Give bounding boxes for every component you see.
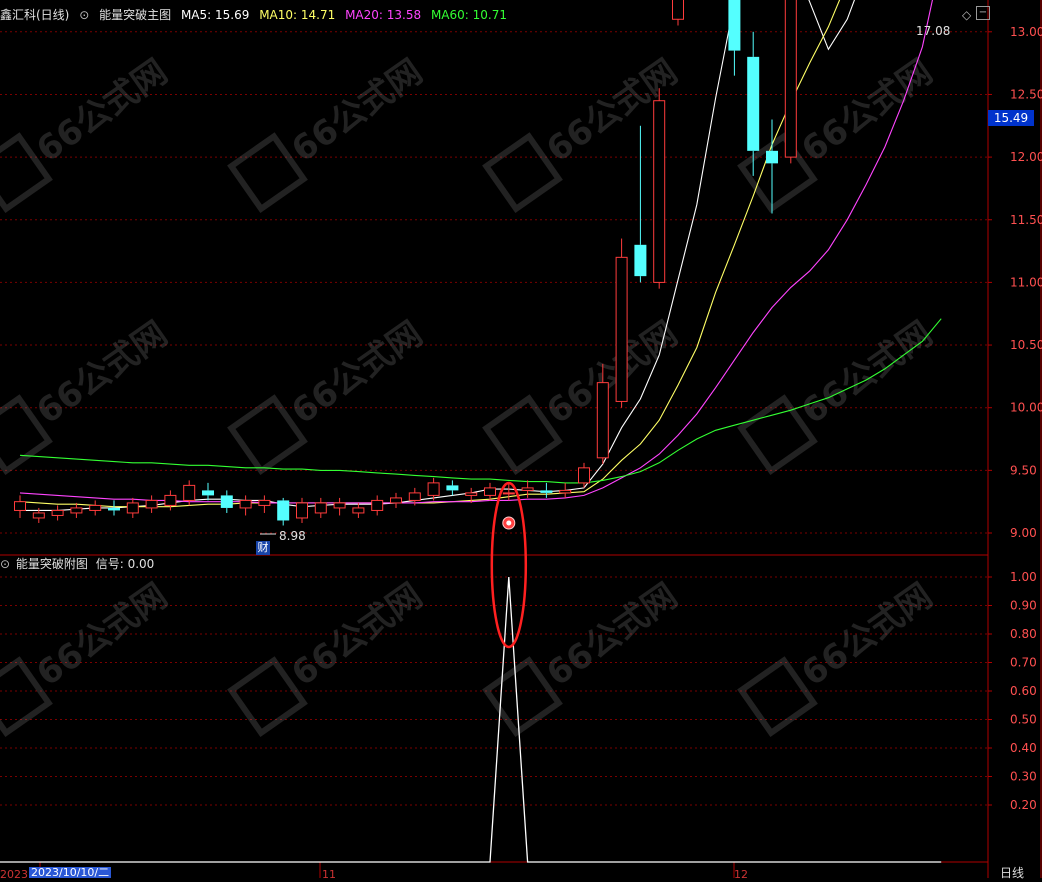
- main-header: 鑫汇科(日线) ⊙ 能量突破主图 MA5: 15.69 MA10: 14.71 …: [0, 8, 513, 22]
- price-tick-label: 11.00: [1010, 275, 1042, 289]
- signal-tick-label: 0.20: [1010, 798, 1037, 812]
- candle-body: [296, 502, 308, 519]
- signal-tick-label: 0.60: [1010, 684, 1037, 698]
- signal-tick-label: 0.30: [1010, 770, 1037, 784]
- candle-body: [32, 512, 45, 519]
- candle-body: [766, 150, 778, 164]
- candle-body: [164, 494, 177, 506]
- candle-body: [51, 509, 64, 516]
- price-tick-label: 10.50: [1010, 338, 1042, 352]
- candle-body: [352, 507, 365, 514]
- candle-body: [277, 500, 290, 521]
- price-tick-label: 12.50: [1010, 87, 1042, 101]
- signal-marker-dot: [506, 520, 512, 526]
- candle-body: [70, 507, 83, 514]
- signal-value: 信号: 0.00: [95, 557, 155, 571]
- candle-body: [484, 487, 496, 496]
- candle-body: [220, 495, 233, 508]
- price-tick-label: 10.00: [1010, 401, 1042, 415]
- finance-badge[interactable]: 财: [256, 541, 270, 555]
- signal-tick-label: 0.70: [1010, 656, 1037, 670]
- candle-body: [728, 0, 741, 51]
- candle-body: [634, 244, 647, 277]
- candle-body: [465, 492, 478, 496]
- candle-body: [202, 490, 214, 496]
- stock-name[interactable]: 鑫汇科(日线): [0, 8, 69, 22]
- candle-body: [784, 0, 797, 158]
- price-tick-label: 9.50: [1010, 463, 1037, 477]
- candle-body: [446, 485, 459, 491]
- diamond-icon[interactable]: ◇: [962, 8, 971, 22]
- settings-circle-icon[interactable]: ⊙: [79, 8, 89, 22]
- sub-indicator-name[interactable]: 能量突破附图: [16, 557, 88, 571]
- signal-tick-label: 0.50: [1010, 713, 1037, 727]
- candle-body: [183, 484, 196, 501]
- candle-body: [747, 56, 760, 151]
- candle-body: [390, 497, 402, 504]
- price-tick-label: 13.00: [1010, 25, 1042, 39]
- ma20-label: MA20: 13.58: [345, 8, 422, 22]
- ma5-label: MA5: 15.69: [180, 8, 250, 22]
- price-tick-label: 9.00: [1010, 526, 1037, 540]
- date-cursor-label: 2023/10/10/二: [29, 866, 112, 879]
- candle-body: [333, 502, 346, 509]
- expand-icon[interactable]: −: [976, 6, 990, 20]
- candle-body: [578, 467, 590, 484]
- signal-tick-label: 0.90: [1010, 599, 1037, 613]
- candle-body: [371, 499, 384, 511]
- signal-tick-label: 1.00: [1010, 570, 1037, 584]
- high-price-label: 17.08: [916, 24, 951, 38]
- candle-body: [615, 256, 628, 402]
- candle-body: [502, 492, 515, 495]
- year-fragment: 2023: [0, 868, 28, 881]
- candle-body: [314, 502, 327, 514]
- main-indicator-name[interactable]: 能量突破主图: [99, 8, 171, 22]
- settings-circle-icon[interactable]: ⊙: [0, 557, 10, 571]
- kline-chart[interactable]: 66公式网 66公式网 66公式网 66公式网66公式网 66公式网 66公式网 66公式网…: [0, 0, 1042, 878]
- chart-stage: 66公式网 66公式网 66公式网 66公式网 66公式网 66公式网 66公式网 66公式网…: [0, 0, 1042, 881]
- signal-tick-label: 0.80: [1010, 627, 1037, 641]
- candle-body: [108, 507, 120, 511]
- candle-body: [89, 504, 102, 511]
- ma10-label: MA10: 14.71: [259, 8, 336, 22]
- candle-up: [653, 88, 666, 289]
- month-label-11: 11: [322, 868, 336, 881]
- candle-body: [427, 482, 440, 496]
- current-price-badge: 15.49: [988, 110, 1034, 126]
- price-tick-label: 12.00: [1010, 150, 1042, 164]
- background: [0, 0, 1042, 878]
- sub-header: ⊙ 能量突破附图 信号: 0.00: [0, 557, 160, 571]
- candle-body: [653, 100, 666, 283]
- candle-body: [239, 499, 252, 509]
- candle-body: [672, 0, 684, 20]
- price-tick-label: 11.50: [1010, 213, 1042, 227]
- candle-body: [14, 501, 26, 511]
- candle-body: [258, 499, 271, 506]
- candle-body: [540, 490, 553, 493]
- signal-tick-label: 0.40: [1010, 741, 1037, 755]
- candle-body: [596, 382, 609, 459]
- low-price-label: 8.98: [279, 529, 306, 543]
- ma60-label: MA60: 10.71: [430, 8, 507, 22]
- candle-body: [126, 502, 139, 514]
- candle-up: [784, 0, 797, 164]
- grid-layer: [0, 0, 1042, 878]
- month-label-12: 12: [734, 868, 748, 881]
- candle-up: [615, 238, 628, 408]
- candle-body: [408, 492, 421, 501]
- candle-body: [145, 499, 158, 509]
- candle-body: [521, 487, 534, 491]
- candle-body: [559, 489, 572, 494]
